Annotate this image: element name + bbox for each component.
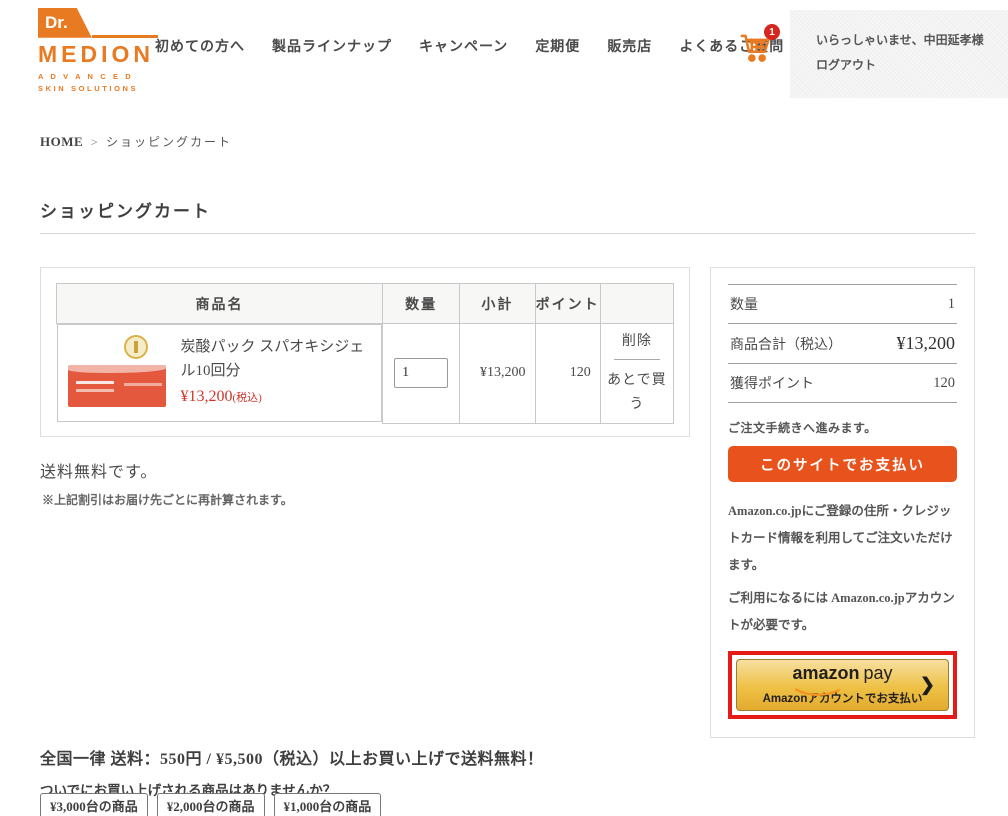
col-header-quantity: 数量 — [383, 284, 460, 324]
amazon-pay-logo: amazon pay — [792, 664, 892, 682]
recalculation-note: ※上記割引はお届け先ごとに再計算されます。 — [42, 491, 293, 508]
summary-total-label: 商品合計（税込） — [730, 334, 842, 354]
proceed-note: ご注文手続きへ進みます。 — [728, 419, 957, 436]
col-header-points: ポイント — [535, 284, 600, 324]
delete-item-link[interactable]: 削除 — [605, 330, 669, 350]
title-divider — [40, 233, 975, 234]
welcome-message: いらっしゃいませ、中田延孝様 — [816, 28, 1008, 53]
product-image[interactable] — [66, 333, 171, 413]
summary-points-label: 獲得ポイント — [730, 373, 814, 393]
award-medal-icon — [124, 335, 148, 359]
price-range-2000-button[interactable]: ¥2,000台の商品 — [157, 793, 265, 816]
nav-item-subscription[interactable]: 定期便 — [535, 36, 580, 56]
cart-icon — [736, 53, 774, 70]
cart-count-badge: 1 — [764, 24, 780, 40]
summary-row-points: 獲得ポイント 120 — [728, 364, 957, 403]
col-header-product-name: 商品名 — [57, 284, 383, 324]
logo-flag-row: Dr. — [38, 8, 158, 38]
amazon-note-1: Amazon.co.jpにご登録の住所・クレジットカード情報を利用してご注文いた… — [728, 498, 957, 579]
page-title: ショッピングカート — [40, 197, 211, 222]
col-header-subtotal: 小計 — [460, 284, 535, 324]
product-price: ¥13,200(税込) — [181, 385, 374, 410]
chevron-right-icon: ❯ — [920, 675, 935, 696]
product-name-link[interactable]: 炭酸パック スパオキシジェル10回分 — [181, 336, 374, 383]
product-box-graphic — [68, 365, 166, 407]
cart-table-header-row: 商品名 数量 小計 ポイント — [57, 284, 674, 324]
brand-logo[interactable]: Dr. MEDION A D V A N C E D SKIN SOLUTION… — [38, 8, 158, 95]
summary-total-value: ¥13,200 — [897, 333, 956, 354]
shipping-policy-line: 全国一律 送料：550円 / ¥5,500（税込）以上お買い上げで送料無料！ — [40, 745, 543, 769]
subtotal-cell: ¥13,200 — [460, 324, 535, 424]
logo-name: MEDION — [38, 41, 158, 68]
logo-underline — [92, 35, 158, 38]
amazon-pay-subtitle: Amazonアカウントでお支払い — [763, 690, 923, 706]
product-cell: 炭酸パック スパオキシジェル10回分 ¥13,200(税込) — [57, 324, 383, 422]
price-range-1000-button[interactable]: ¥1,000台の商品 — [274, 793, 382, 816]
nav-item-stores[interactable]: 販売店 — [607, 36, 652, 56]
welcome-box: いらっしゃいませ、中田延孝様 ログアウト — [790, 10, 1008, 98]
order-summary-panel: 数量 1 商品合計（税込） ¥13,200 獲得ポイント 120 ご注文手続きへ… — [710, 267, 975, 738]
points-cell: 120 — [535, 324, 600, 424]
actions-divider — [614, 359, 660, 360]
amazon-smile-icon — [795, 681, 841, 689]
nav-item-first-time[interactable]: 初めての方へ — [155, 36, 245, 56]
summary-points-value: 120 — [933, 375, 955, 392]
logo-dr-flag: Dr. — [38, 8, 92, 38]
pay-on-site-button[interactable]: このサイトでお支払い — [728, 446, 957, 482]
price-range-buttons: ¥3,000台の商品 ¥2,000台の商品 ¥1,000台の商品 — [40, 793, 381, 816]
col-header-actions — [600, 284, 673, 324]
price-range-3000-button[interactable]: ¥3,000台の商品 — [40, 793, 148, 816]
product-info: 炭酸パック スパオキシジェル10回分 ¥13,200(税込) — [171, 336, 374, 409]
breadcrumb: HOME > ショッピングカート — [40, 133, 232, 150]
logo-tagline: A D V A N C E D SKIN SOLUTIONS — [38, 71, 158, 95]
cart-panel: 商品名 数量 小計 ポイント 炭酸パック スパオキシジェル10回分 ¥1 — [40, 267, 690, 437]
cart-item-row: 炭酸パック スパオキシジェル10回分 ¥13,200(税込) ¥13,200 1… — [57, 324, 674, 424]
summary-row-total: 商品合計（税込） ¥13,200 — [728, 324, 957, 364]
summary-quantity-label: 数量 — [730, 294, 758, 314]
free-shipping-message: 送料無料です。 — [40, 458, 157, 482]
logout-link[interactable]: ログアウト — [816, 53, 1008, 78]
cart-button[interactable]: 1 — [736, 28, 778, 70]
quantity-input[interactable] — [394, 358, 448, 388]
amazon-pay-button[interactable]: amazon pay Amazonアカウントでお支払い ❯ — [736, 659, 949, 711]
amazon-note-2: ご利用になるには Amazon.co.jpアカウントが必要です。 — [728, 585, 957, 639]
nav-item-product-lineup[interactable]: 製品ラインナップ — [272, 36, 392, 56]
actions-cell: 削除 あとで買う — [600, 324, 673, 424]
tax-included-label: (税込) — [233, 392, 262, 404]
summary-row-quantity: 数量 1 — [728, 284, 957, 324]
breadcrumb-home-link[interactable]: HOME — [40, 134, 83, 149]
breadcrumb-current: ショッピングカート — [106, 135, 232, 149]
buy-later-link[interactable]: あとで買う — [605, 369, 669, 417]
nav-item-campaign[interactable]: キャンペーン — [419, 36, 508, 56]
summary-quantity-value: 1 — [948, 296, 955, 313]
highlight-frame: amazon pay Amazonアカウントでお支払い ❯ — [728, 651, 957, 719]
main-nav: 初めての方へ 製品ラインナップ キャンペーン 定期便 販売店 よくあるご質問 — [155, 36, 784, 56]
quantity-cell — [383, 324, 460, 424]
breadcrumb-separator: > — [91, 135, 98, 149]
cart-table: 商品名 数量 小計 ポイント 炭酸パック スパオキシジェル10回分 ¥1 — [56, 283, 674, 424]
